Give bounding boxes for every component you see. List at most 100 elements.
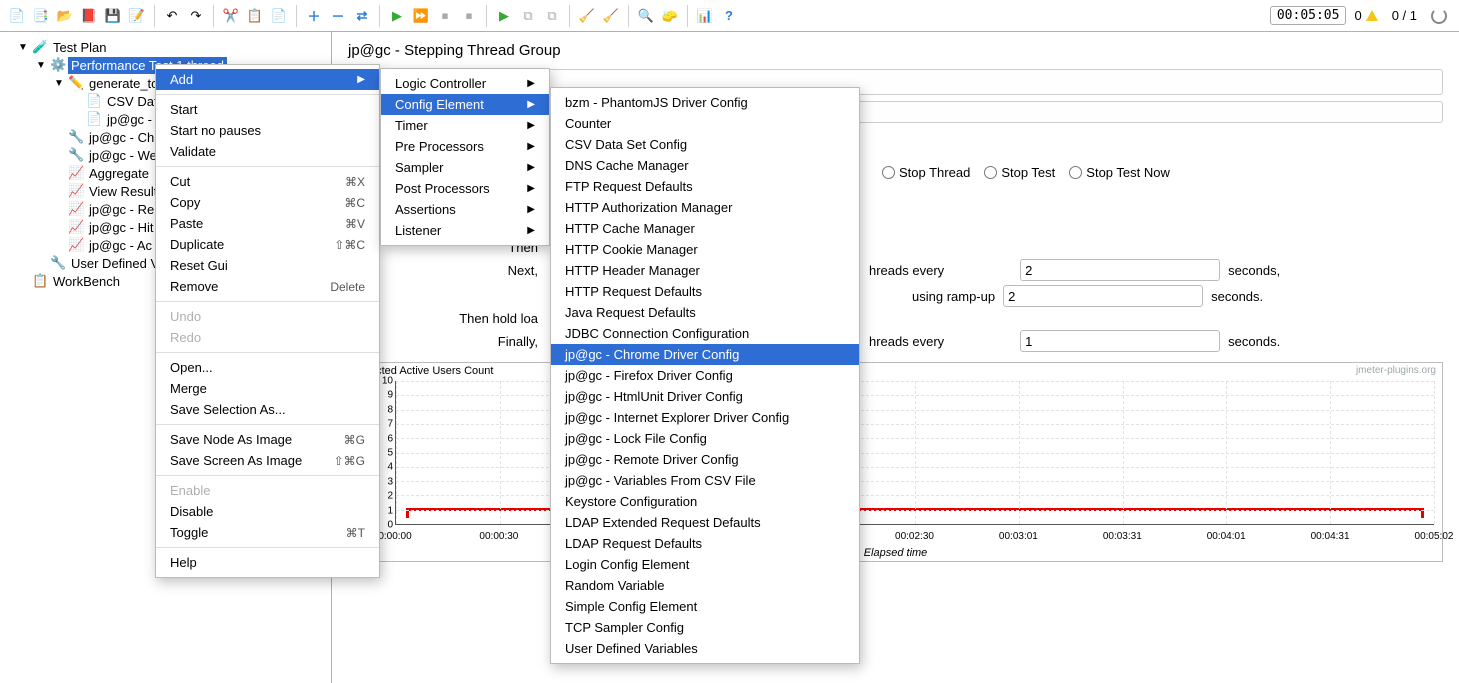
menu-item[interactable]: Help [156,552,379,573]
menu-item[interactable]: HTTP Cookie Manager [551,239,859,260]
menu-item[interactable]: bzm - PhantomJS Driver Config [551,92,859,113]
templates-icon[interactable]: 📑 [30,5,52,27]
menu-item[interactable]: jp@gc - Remote Driver Config [551,449,859,470]
chart-link[interactable]: jmeter-plugins.org [1356,365,1436,376]
menu-item: Redo [156,327,379,348]
menu-item[interactable]: DNS Cache Manager [551,155,859,176]
menu-item[interactable]: Start no pauses [156,120,379,141]
radio-stop-thread[interactable]: Stop Thread [882,165,970,180]
search-icon[interactable]: 🔍 [635,5,657,27]
menu-item[interactable]: Save Screen As Image⇧⌘G [156,450,379,471]
start-nopause-icon[interactable]: ⏩ [410,5,432,27]
menu-item[interactable]: HTTP Authorization Manager [551,197,859,218]
clear-icon[interactable]: 🧹 [576,5,598,27]
menu-item[interactable]: LDAP Extended Request Defaults [551,512,859,533]
start-icon[interactable]: ▶ [386,5,408,27]
save-icon[interactable]: 💾 [102,5,124,27]
menu-item[interactable]: Validate [156,141,379,162]
submenu-config-element[interactable]: bzm - PhantomJS Driver ConfigCounterCSV … [550,87,860,664]
menu-item[interactable]: HTTP Request Defaults [551,281,859,302]
menu-item[interactable]: Random Variable [551,575,859,596]
remote-start-icon[interactable]: ▶ [493,5,515,27]
menu-item[interactable]: Reset Gui [156,255,379,276]
open-icon[interactable]: 📂 [54,5,76,27]
copy-icon[interactable]: 📋 [244,5,266,27]
menu-item[interactable]: jp@gc - Chrome Driver Config [551,344,859,365]
menu-item[interactable]: Save Selection As... [156,399,379,420]
ramp-up-input[interactable] [1003,285,1203,307]
menu-item[interactable]: Copy⌘C [156,192,379,213]
help-icon[interactable]: ? [718,5,740,27]
radio-stop-test[interactable]: Stop Test [984,165,1055,180]
undo-icon[interactable]: ↶ [161,5,183,27]
menu-item[interactable]: Assertions▶ [381,199,549,220]
menu-item[interactable]: Java Request Defaults [551,302,859,323]
menu-item[interactable]: Listener▶ [381,220,549,241]
main-toolbar: 📄 📑 📂 📕 💾 📝 ↶ ↷ ✂️ 📋 📄 ＋ － ⇄ ▶ ⏩ ⏹ ⏹ ▶ ⧉… [0,0,1459,32]
remote-start-all-icon[interactable]: ⧉ [517,5,539,27]
collapse-icon[interactable]: － [327,5,349,27]
menu-item[interactable]: Toggle⌘T [156,522,379,543]
menu-item[interactable]: jp@gc - Firefox Driver Config [551,365,859,386]
new-icon[interactable]: 📄 [6,5,28,27]
close-icon[interactable]: 📕 [78,5,100,27]
finally-threads-input[interactable] [1020,330,1220,352]
menu-item[interactable]: Add▶ [156,69,379,90]
menu-item[interactable]: CSV Data Set Config [551,134,859,155]
menu-item[interactable]: Timer▶ [381,115,549,136]
menu-item[interactable]: FTP Request Defaults [551,176,859,197]
menu-item[interactable]: Sampler▶ [381,157,549,178]
menu-item[interactable]: Disable [156,501,379,522]
menu-item[interactable]: Config Element▶ [381,94,549,115]
menu-item[interactable]: jp@gc - Internet Explorer Driver Config [551,407,859,428]
shutdown-icon[interactable]: ⏹ [458,5,480,27]
menu-item[interactable]: RemoveDelete [156,276,379,297]
cut-icon[interactable]: ✂️ [220,5,242,27]
menu-item[interactable]: Paste⌘V [156,213,379,234]
menu-item[interactable]: Save Node As Image⌘G [156,429,379,450]
paste-icon[interactable]: 📄 [268,5,290,27]
menu-item[interactable]: Duplicate⇧⌘C [156,234,379,255]
menu-item[interactable]: Open... [156,357,379,378]
menu-item[interactable]: jp@gc - HtmlUnit Driver Config [551,386,859,407]
stop-icon[interactable]: ⏹ [434,5,456,27]
menu-item[interactable]: Start [156,99,379,120]
menu-item[interactable]: jp@gc - Variables From CSV File [551,470,859,491]
function-helper-icon[interactable]: 📊 [694,5,716,27]
context-menu[interactable]: Add▶ StartStart no pausesValidate Cut⌘XCop… [155,64,380,578]
menu-item[interactable]: Simple Config Element [551,596,859,617]
thread-progress: 0 / 1 [1386,8,1423,23]
warning-count[interactable]: 0 [1348,8,1383,23]
toggle-icon[interactable]: ⇄ [351,5,373,27]
menu-item[interactable]: Logic Controller▶ [381,73,549,94]
submenu-add[interactable]: Logic Controller▶Config Element▶Timer▶Pr… [380,68,550,246]
menu-item: Enable [156,480,379,501]
warning-icon [1366,10,1378,21]
clear-all-icon[interactable]: 🧹 [600,5,622,27]
remote-stop-icon[interactable]: ⧉ [541,5,563,27]
menu-item[interactable]: User Defined Variables [551,638,859,659]
menu-item[interactable]: Keystore Configuration [551,491,859,512]
radio-stop-test-now[interactable]: Stop Test Now [1069,165,1170,180]
menu-item[interactable]: Pre Processors▶ [381,136,549,157]
menu-item[interactable]: JDBC Connection Configuration [551,323,859,344]
reset-search-icon[interactable]: 🧽 [659,5,681,27]
menu-item[interactable]: LDAP Request Defaults [551,533,859,554]
reload-icon[interactable] [1431,8,1447,24]
menu-item[interactable]: Login Config Element [551,554,859,575]
threads-every-input[interactable] [1020,259,1220,281]
menu-item[interactable]: Post Processors▶ [381,178,549,199]
menu-item[interactable]: HTTP Header Manager [551,260,859,281]
menu-item[interactable]: HTTP Cache Manager [551,218,859,239]
preview-chart: Expected Active Users Count jmeter-plugi… [348,362,1443,562]
menu-item[interactable]: TCP Sampler Config [551,617,859,638]
save-as-icon[interactable]: 📝 [126,5,148,27]
menu-item[interactable]: Counter [551,113,859,134]
menu-item[interactable]: jp@gc - Lock File Config [551,428,859,449]
menu-item[interactable]: Cut⌘X [156,171,379,192]
menu-item[interactable]: Merge [156,378,379,399]
tree-node-test-plan[interactable]: ▼🧪Test Plan [0,38,331,56]
expand-icon[interactable]: ＋ [303,5,325,27]
redo-icon[interactable]: ↷ [185,5,207,27]
menu-item: Undo [156,306,379,327]
